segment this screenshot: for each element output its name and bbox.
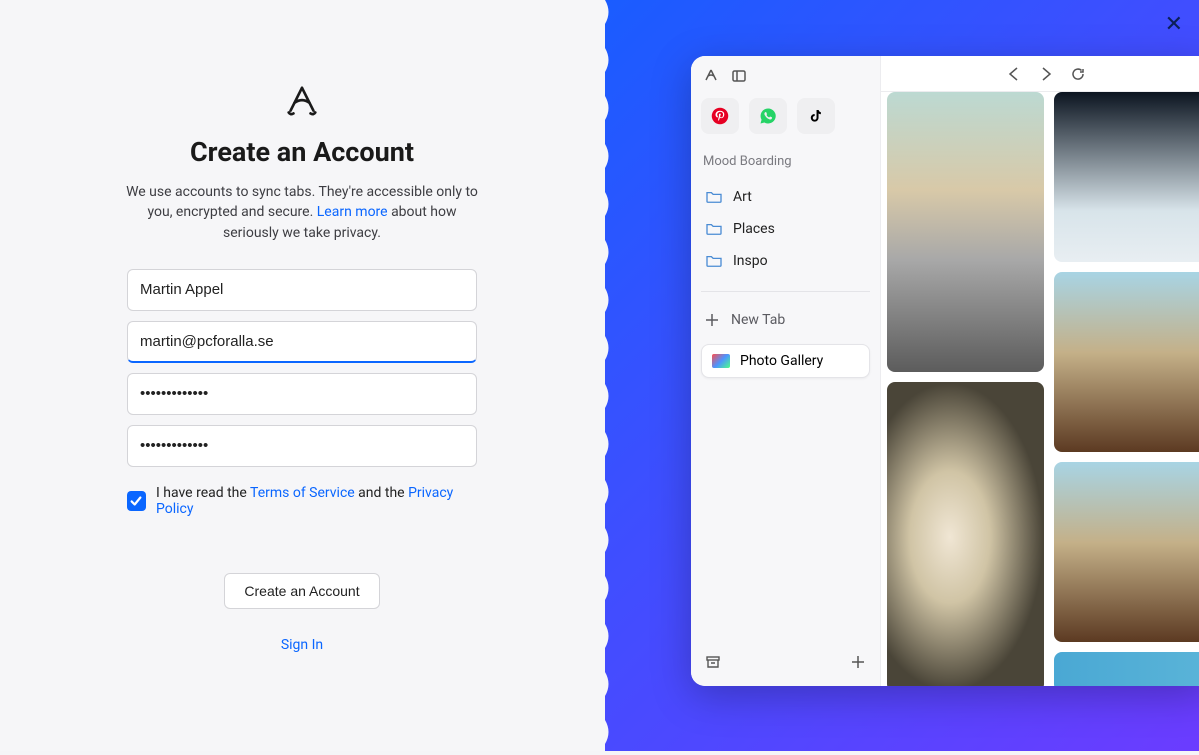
new-tab-button[interactable]: New Tab — [701, 306, 870, 334]
folder-label: Places — [733, 221, 775, 237]
plus-icon[interactable] — [850, 654, 866, 670]
learn-more-link[interactable]: Learn more — [317, 204, 388, 220]
forward-icon[interactable] — [1038, 66, 1054, 82]
close-icon[interactable]: ✕ — [1165, 12, 1183, 37]
space-label: Mood Boarding — [701, 154, 870, 169]
email-input[interactable] — [127, 321, 477, 363]
terms-text: I have read the Terms of Service and the… — [156, 485, 477, 517]
tab-favicon-icon — [712, 354, 730, 368]
preview-sidebar: Mood Boarding Art Places Inspo New Tab — [691, 56, 881, 686]
new-tab-label: New Tab — [731, 312, 785, 328]
arc-logo-icon — [283, 84, 321, 118]
gallery-image — [1054, 652, 1199, 686]
signup-panel: Create an Account We use accounts to syn… — [0, 0, 605, 751]
whatsapp-pin[interactable] — [749, 98, 787, 134]
tos-link[interactable]: Terms of Service — [250, 485, 355, 501]
tab-photo-gallery[interactable]: Photo Gallery — [701, 344, 870, 378]
gallery-image — [1054, 462, 1199, 642]
tiktok-pin[interactable] — [797, 98, 835, 134]
password-input[interactable] — [127, 373, 477, 415]
gallery-image — [1054, 92, 1199, 262]
name-input[interactable] — [127, 269, 477, 311]
confirm-password-input[interactable] — [127, 425, 477, 467]
pinterest-pin[interactable] — [701, 98, 739, 134]
archive-icon[interactable] — [705, 654, 721, 670]
back-icon[interactable] — [1006, 66, 1022, 82]
arc-mini-icon[interactable] — [703, 68, 719, 84]
folder-label: Inspo — [733, 253, 768, 269]
sidebar-divider — [701, 291, 870, 292]
terms-checkbox[interactable] — [127, 491, 146, 511]
folder-art[interactable]: Art — [701, 181, 870, 213]
create-account-button[interactable]: Create an Account — [224, 573, 380, 609]
refresh-icon[interactable] — [1070, 66, 1086, 82]
subtitle: We use accounts to sync tabs. They're ac… — [122, 182, 482, 243]
browser-preview: Mood Boarding Art Places Inspo New Tab — [691, 56, 1199, 686]
photo-gallery — [881, 92, 1199, 686]
scallop-divider-icon — [598, 0, 612, 751]
preview-content — [881, 56, 1199, 686]
sign-in-link[interactable]: Sign In — [127, 637, 477, 653]
tab-label: Photo Gallery — [740, 353, 823, 369]
signup-form: I have read the Terms of Service and the… — [127, 269, 477, 653]
folder-label: Art — [733, 189, 752, 205]
gallery-image — [887, 382, 1044, 686]
terms-row: I have read the Terms of Service and the… — [127, 485, 477, 517]
preview-panel: ✕ — [605, 0, 1199, 751]
pinned-row — [701, 98, 870, 134]
folder-places[interactable]: Places — [701, 213, 870, 245]
gallery-image — [1054, 272, 1199, 452]
page-title: Create an Account — [190, 136, 414, 168]
sidebar-toggle-icon[interactable] — [731, 68, 747, 84]
gallery-image — [887, 92, 1044, 372]
preview-toolbar — [881, 56, 1199, 92]
folder-inspo[interactable]: Inspo — [701, 245, 870, 277]
